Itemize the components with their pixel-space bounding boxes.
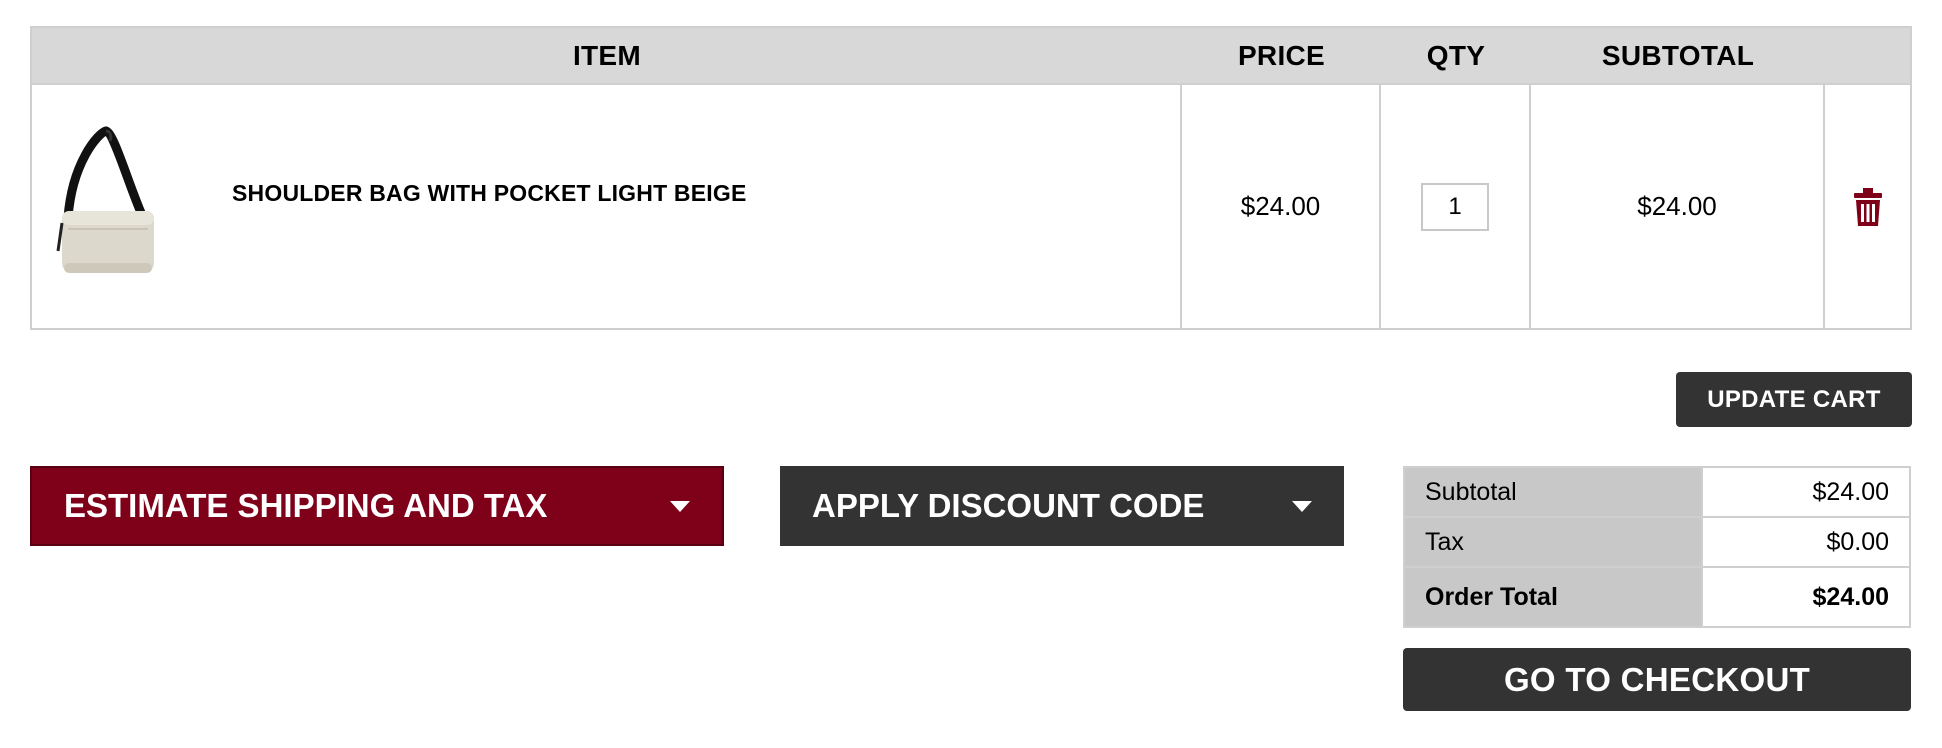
- header-qty: QTY: [1426, 40, 1486, 71]
- tax-value: $0.00: [1703, 518, 1909, 566]
- subtotal-value: $24.00: [1703, 468, 1909, 516]
- tax-row: Tax $0.00: [1405, 518, 1909, 568]
- trash-icon[interactable]: [1853, 187, 1882, 226]
- order-total-value: $24.00: [1703, 568, 1909, 626]
- tax-label: Tax: [1405, 518, 1703, 566]
- header-subtotal: SUBTOTAL: [1601, 40, 1755, 71]
- item-subtotal: $24.00: [1637, 191, 1717, 221]
- order-summary: Subtotal $24.00 Tax $0.00 Order Total $2…: [1403, 466, 1911, 628]
- cart-table: ITEM PRICE QTY SUBTOTAL SHOULDER BAG WIT…: [30, 26, 1912, 330]
- chevron-down-icon: [1292, 500, 1312, 512]
- order-total-label: Order Total: [1405, 568, 1703, 626]
- quantity-input[interactable]: [1421, 182, 1489, 231]
- price-cell: $24.00: [1182, 85, 1379, 328]
- chevron-down-icon: [670, 500, 690, 512]
- header-item: ITEM: [572, 40, 642, 71]
- item-price: $24.00: [1240, 191, 1321, 221]
- apply-discount-label: APPLY DISCOUNT CODE: [812, 487, 1205, 524]
- order-total-row: Order Total $24.00: [1405, 568, 1909, 626]
- product-image[interactable]: [54, 123, 164, 283]
- table-header: ITEM PRICE QTY SUBTOTAL: [32, 28, 1910, 85]
- table-row: SHOULDER BAG WITH POCKET LIGHT BEIGE $24…: [32, 85, 1910, 328]
- subtotal-row: Subtotal $24.00: [1405, 468, 1909, 518]
- update-cart-button[interactable]: UPDATE CART: [1676, 372, 1912, 427]
- estimate-shipping-label: ESTIMATE SHIPPING AND TAX: [64, 487, 548, 524]
- apply-discount-toggle[interactable]: APPLY DISCOUNT CODE: [780, 466, 1344, 546]
- remove-cell: [1825, 85, 1910, 328]
- product-name[interactable]: SHOULDER BAG WITH POCKET LIGHT BEIGE: [232, 180, 746, 207]
- qty-cell: [1381, 85, 1529, 328]
- estimate-shipping-toggle[interactable]: ESTIMATE SHIPPING AND TAX: [30, 466, 724, 546]
- header-price: PRICE: [1237, 40, 1326, 71]
- checkout-button[interactable]: GO TO CHECKOUT: [1403, 648, 1911, 711]
- subtotal-label: Subtotal: [1405, 468, 1703, 516]
- subtotal-cell: $24.00: [1531, 85, 1823, 328]
